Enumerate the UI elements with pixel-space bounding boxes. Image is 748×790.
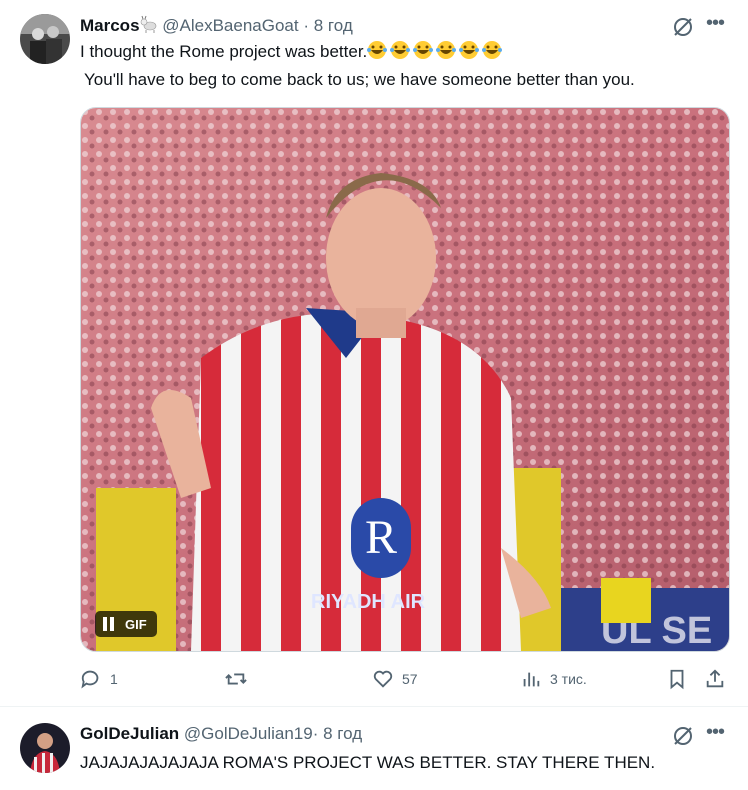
pause-icon[interactable] (103, 617, 115, 631)
views-count: 3 тис. (550, 671, 587, 687)
display-name[interactable]: GolDeJulian (80, 724, 179, 743)
more-icon[interactable]: ••• (706, 13, 730, 38)
views-icon (523, 672, 540, 687)
more-icon[interactable]: ••• (706, 722, 730, 747)
goat-icon (140, 15, 158, 38)
tweet-header: Marcos @AlexBaenaGoat · 8 год (80, 15, 353, 38)
bookmark-icon (670, 669, 684, 690)
gif-label: GIF (125, 616, 147, 632)
grok-icon[interactable] (672, 16, 694, 38)
tweet[interactable]: Marcos @AlexBaenaGoat · 8 год ••• I thou… (0, 0, 748, 707)
repost-icon (225, 673, 247, 685)
like-icon (373, 670, 393, 688)
share-button[interactable] (704, 664, 726, 694)
action-bar: 1 57 3 тис. (80, 664, 728, 694)
handle[interactable]: @GolDeJulian19 (184, 724, 313, 743)
repost-button[interactable] (225, 664, 255, 694)
tweet-header: GolDeJulian @GolDeJulian19· 8 год (80, 724, 362, 744)
like-count: 57 (402, 671, 418, 687)
separator: · (312, 724, 319, 743)
views-button[interactable]: 3 тис. (520, 664, 587, 694)
avatar[interactable] (20, 723, 70, 773)
reply-button[interactable]: 1 (80, 664, 118, 694)
tweet-text: I thought the Rome project was better. (80, 40, 505, 64)
laughing-emoji-row (367, 41, 505, 61)
reply-icon (81, 670, 99, 689)
tweet[interactable]: GolDeJulian @GolDeJulian19· 8 год ••• JA… (0, 707, 748, 790)
bookmark-button[interactable] (666, 664, 688, 694)
timestamp[interactable]: 8 год (323, 724, 362, 743)
tweet-text: JAJAJAJAJAJAJA ROMA'S PROJECT WAS BETTER… (80, 753, 656, 772)
grok-icon[interactable] (672, 725, 694, 747)
display-name[interactable]: Marcos (80, 16, 140, 35)
gif-frame: UL SE R RIYADH AIR (81, 108, 729, 651)
gif-badge[interactable]: GIF (95, 611, 157, 637)
separator: · (303, 16, 310, 35)
svg-text:RIYADH AIR: RIYADH AIR (311, 591, 426, 613)
share-icon (706, 669, 724, 688)
gif-media[interactable]: UL SE R RIYADH AIR GIF (80, 107, 730, 652)
like-button[interactable]: 57 (372, 664, 418, 694)
tweet-text-line2: You'll have to beg to come back to us; w… (84, 70, 635, 89)
avatar[interactable] (20, 14, 70, 64)
timestamp[interactable]: 8 год (314, 16, 353, 35)
reply-count: 1 (110, 671, 118, 687)
svg-text:R: R (365, 511, 397, 564)
handle[interactable]: @AlexBaenaGoat (162, 16, 298, 35)
